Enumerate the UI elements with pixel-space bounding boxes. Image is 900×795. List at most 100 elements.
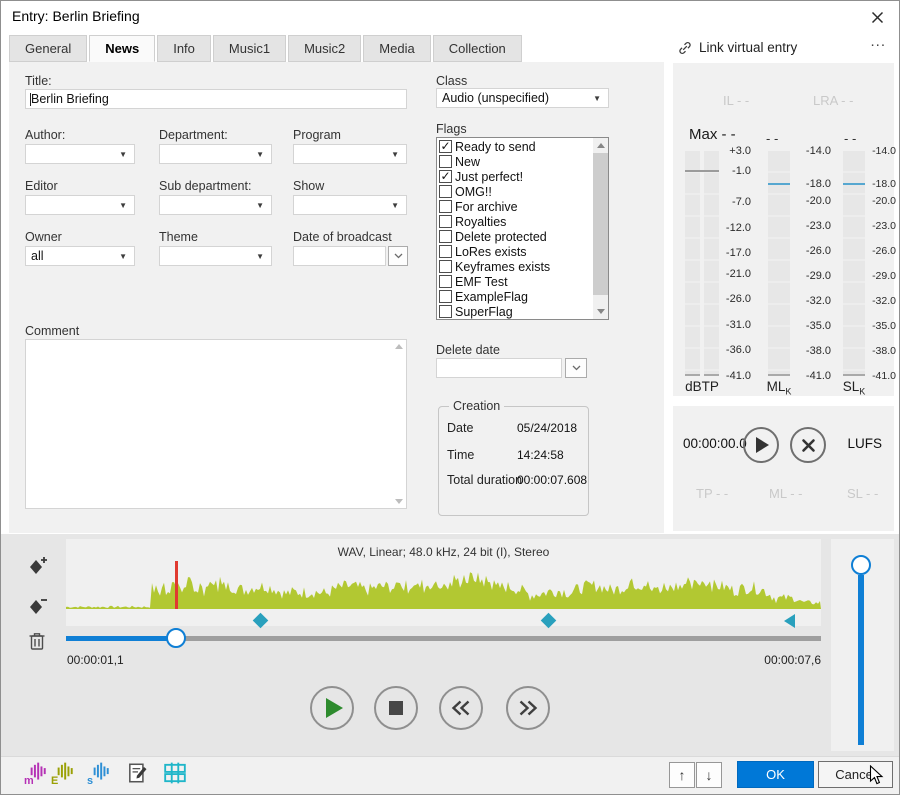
program-select[interactable] xyxy=(293,144,407,164)
stop-button[interactable] xyxy=(374,686,418,730)
checkbox-unchecked[interactable] xyxy=(439,185,452,198)
volume-slider-track[interactable] xyxy=(858,575,864,745)
checkbox-checked[interactable]: ✓ xyxy=(439,140,452,153)
end-marker[interactable] xyxy=(784,614,795,628)
flag-item[interactable]: EMF Test xyxy=(437,274,594,289)
date-of-broadcast-input[interactable] xyxy=(293,246,386,266)
flag-item[interactable]: Royalties xyxy=(437,214,594,229)
comment-input[interactable] xyxy=(25,339,407,509)
news-tab-form: Title: Berlin Briefing Class Audio (unsp… xyxy=(9,62,664,533)
delete-date-label: Delete date xyxy=(436,343,500,357)
tab-music1[interactable]: Music1 xyxy=(213,35,286,62)
remove-marker-button[interactable] xyxy=(28,594,50,621)
scroll-down-icon[interactable] xyxy=(597,309,605,314)
waveform-m-icon[interactable]: m xyxy=(24,761,48,790)
flag-item[interactable]: For archive xyxy=(437,199,594,214)
tab-music2[interactable]: Music2 xyxy=(288,35,361,62)
tab-media[interactable]: Media xyxy=(363,35,430,62)
more-options-button[interactable]: ... xyxy=(870,33,886,50)
play-icon xyxy=(326,698,343,718)
department-select[interactable] xyxy=(159,144,272,164)
chevron-down-icon xyxy=(391,201,399,210)
seek-slider-thumb[interactable] xyxy=(166,628,186,648)
flag-item[interactable]: LoRes exists xyxy=(437,244,594,259)
flag-item-label: Keyframes exists xyxy=(455,260,550,274)
add-marker-button[interactable] xyxy=(28,554,50,581)
flag-item[interactable]: New xyxy=(437,154,594,169)
tab-info[interactable]: Info xyxy=(157,35,211,62)
sub-department-select[interactable] xyxy=(159,195,272,215)
checkbox-unchecked[interactable] xyxy=(439,305,452,318)
previous-entry-button[interactable]: ↑ xyxy=(669,762,695,788)
owner-select[interactable]: all xyxy=(25,246,135,266)
author-select[interactable] xyxy=(25,144,135,164)
rewind-button[interactable] xyxy=(439,686,483,730)
creation-date-value: 05/24/2018 xyxy=(517,421,577,435)
scroll-up-icon[interactable] xyxy=(597,143,605,148)
rewind-icon xyxy=(450,699,472,717)
flags-listbox[interactable]: ✓Ready to sendNew✓Just perfect!OMG!!For … xyxy=(436,137,609,320)
close-icon[interactable] xyxy=(869,9,885,25)
window-title: Entry: Berlin Briefing xyxy=(12,8,140,24)
scrollbar-thumb[interactable] xyxy=(593,153,608,295)
edit-document-icon[interactable] xyxy=(126,761,150,790)
svg-text:m: m xyxy=(24,775,34,785)
volume-slider-thumb[interactable] xyxy=(851,555,871,575)
tab-news[interactable]: News xyxy=(89,35,155,62)
flags-scrollbar[interactable] xyxy=(593,138,608,319)
checkbox-unchecked[interactable] xyxy=(439,155,452,168)
delete-date-input[interactable] xyxy=(436,358,562,378)
tab-general[interactable]: General xyxy=(9,35,87,62)
measure-cancel-button[interactable] xyxy=(790,427,826,463)
checkbox-unchecked[interactable] xyxy=(439,260,452,273)
x-icon xyxy=(801,438,816,453)
delete-date-dropdown-button[interactable] xyxy=(565,358,587,378)
tab-collection[interactable]: Collection xyxy=(433,35,522,62)
flag-item[interactable]: ✓Just perfect! xyxy=(437,169,594,184)
ok-button[interactable]: OK xyxy=(737,761,814,788)
measure-play-button[interactable] xyxy=(743,427,779,463)
sl-value: SL - - xyxy=(847,486,878,501)
trash-icon[interactable] xyxy=(27,630,47,657)
checkbox-unchecked[interactable] xyxy=(439,275,452,288)
class-select[interactable]: Audio (unspecified) xyxy=(436,88,609,108)
creation-groupbox: Creation Date 05/24/2018 Time 14:24:58 T… xyxy=(438,406,589,516)
checkbox-checked[interactable]: ✓ xyxy=(439,170,452,183)
waveform-e-icon[interactable]: E xyxy=(51,761,75,790)
checkbox-unchecked[interactable] xyxy=(439,230,452,243)
checkbox-unchecked[interactable] xyxy=(439,245,452,258)
flag-item[interactable]: OMG!! xyxy=(437,184,594,199)
scroll-up-icon[interactable] xyxy=(395,344,403,349)
waveform-display[interactable]: WAV, Linear; 48.0 kHz, 24 bit (I), Stere… xyxy=(66,539,821,626)
editor-label: Editor xyxy=(25,179,58,193)
editor-select[interactable] xyxy=(25,195,135,215)
theme-select[interactable] xyxy=(159,246,272,266)
title-value: Berlin Briefing xyxy=(31,92,109,106)
flag-item[interactable]: Delete protected xyxy=(437,229,594,244)
next-entry-button[interactable]: ↓ xyxy=(696,762,722,788)
scroll-down-icon[interactable] xyxy=(395,499,403,504)
multitrack-grid-icon[interactable] xyxy=(163,761,187,790)
forward-button[interactable] xyxy=(506,686,550,730)
flag-item[interactable]: ✓Ready to send xyxy=(437,139,594,154)
flag-item[interactable]: Keyframes exists xyxy=(437,259,594,274)
waveform-s-icon[interactable]: s xyxy=(87,761,111,790)
checkbox-unchecked[interactable] xyxy=(439,215,452,228)
checkbox-unchecked[interactable] xyxy=(439,200,452,213)
play-button[interactable] xyxy=(310,686,354,730)
ml-value: ML - - xyxy=(769,486,802,501)
program-label: Program xyxy=(293,128,341,142)
volume-slider-panel xyxy=(831,539,894,751)
link-virtual-entry-label: Link virtual entry xyxy=(699,40,797,55)
title-input[interactable]: Berlin Briefing xyxy=(25,89,407,109)
flags-label: Flags xyxy=(436,122,467,136)
checkbox-unchecked[interactable] xyxy=(439,290,452,303)
cancel-button[interactable]: Cancel xyxy=(818,761,893,788)
flag-item[interactable]: ExampleFlag xyxy=(437,289,594,304)
date-of-broadcast-dropdown-button[interactable] xyxy=(388,246,408,266)
playhead-marker[interactable] xyxy=(175,561,178,609)
link-virtual-entry-button[interactable]: Link virtual entry ... xyxy=(673,37,894,61)
show-select[interactable] xyxy=(293,195,407,215)
date-of-broadcast-label: Date of broadcast xyxy=(293,230,392,244)
flag-item[interactable]: SuperFlag xyxy=(437,304,594,319)
